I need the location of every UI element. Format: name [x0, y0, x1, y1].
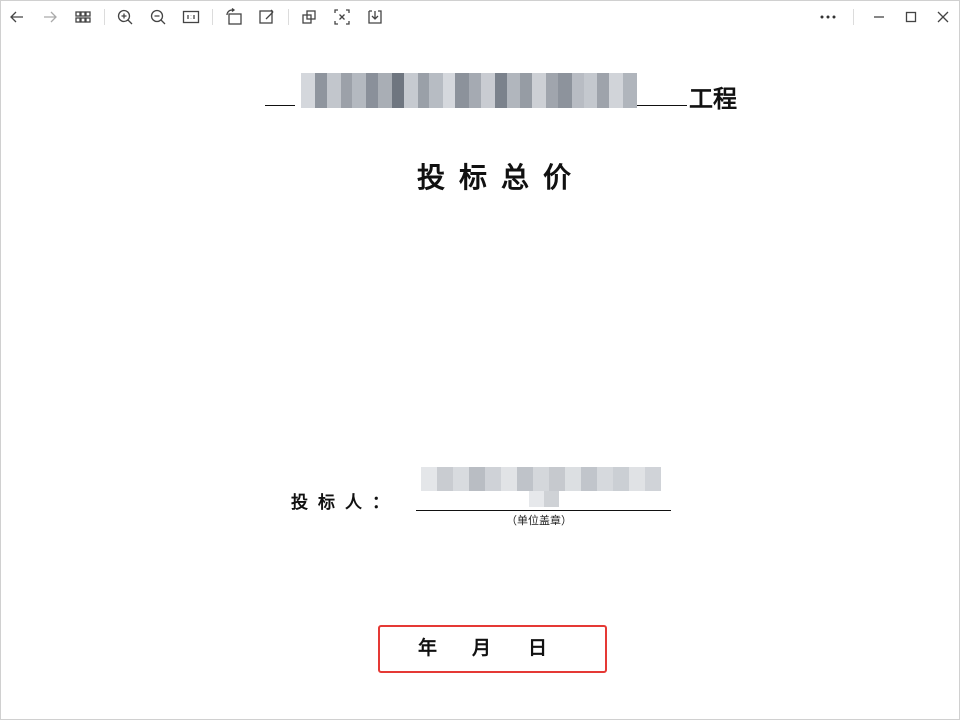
redacted-bidder-name [421, 467, 661, 491]
edit-icon[interactable] [255, 5, 279, 29]
rotate-icon[interactable] [222, 5, 246, 29]
toolbar-divider [288, 9, 289, 25]
redacted-project-name [301, 73, 637, 108]
forward-icon[interactable] [38, 5, 62, 29]
project-name-underline [265, 105, 295, 106]
toolbar-divider [104, 9, 105, 25]
minimize-icon[interactable] [867, 5, 891, 29]
bidder-label: 投标人： [291, 493, 399, 513]
toolbar-divider [853, 9, 854, 25]
fit-icon[interactable] [330, 5, 354, 29]
download-icon[interactable] [363, 5, 387, 29]
toolbar [1, 1, 959, 34]
more-icon[interactable] [816, 5, 840, 29]
zoom-in-icon[interactable] [113, 5, 137, 29]
zoom-out-icon[interactable] [146, 5, 170, 29]
page-title: 投标总价 [416, 161, 585, 194]
maximize-icon[interactable] [899, 5, 923, 29]
image-viewer-window: 工程 投标总价 投标人： （单位盖章） 年 月 日 [0, 0, 960, 720]
date-month: 月 [472, 637, 492, 659]
close-icon[interactable] [931, 5, 955, 29]
bidder-signature-line [416, 510, 671, 511]
date-year: 年 [418, 637, 438, 659]
grid-icon[interactable] [71, 5, 95, 29]
toolbar-divider [212, 9, 213, 25]
project-suffix: 工程 [689, 84, 737, 113]
crop-icon[interactable] [297, 5, 321, 29]
back-icon[interactable] [5, 5, 29, 29]
project-name-underline [637, 105, 687, 106]
redacted-bidder-stamp [529, 491, 559, 507]
date-highlight-box [378, 625, 607, 673]
actual-size-icon[interactable] [179, 5, 203, 29]
stamp-note: （单位盖章） [506, 514, 572, 527]
date-day: 日 [528, 637, 548, 659]
